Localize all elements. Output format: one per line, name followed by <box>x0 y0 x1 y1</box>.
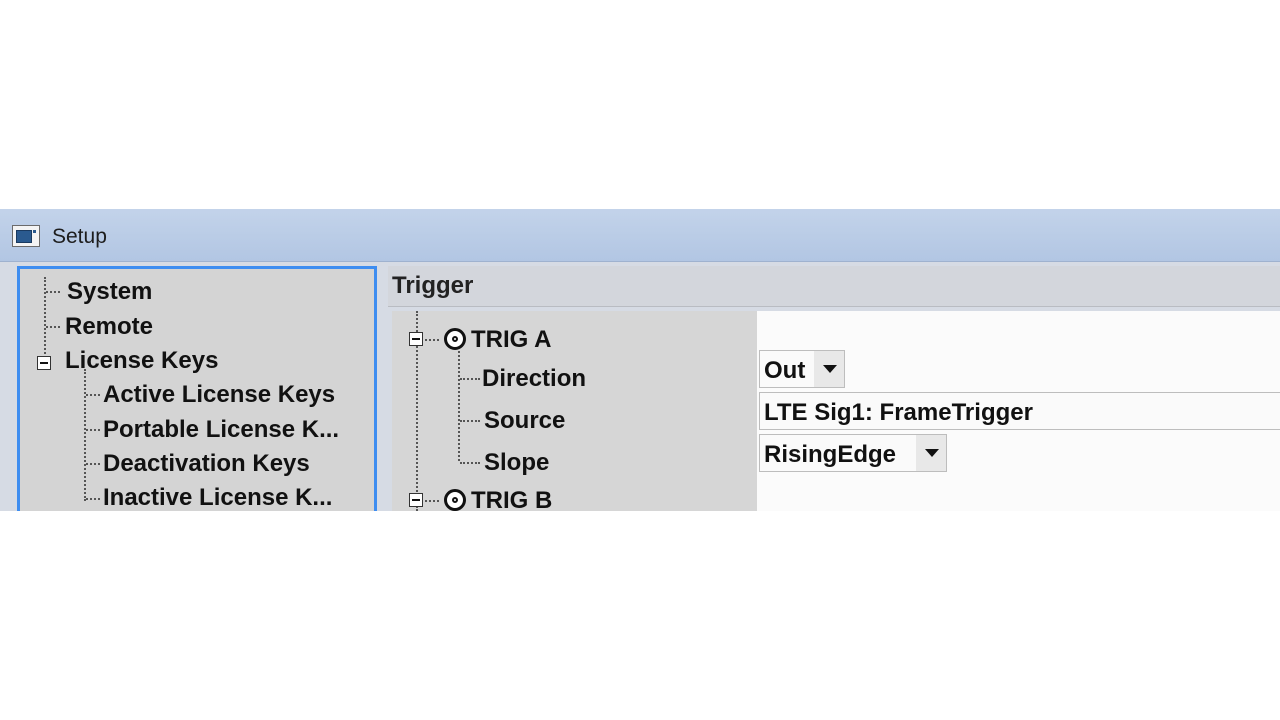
property-slope-label: Slope <box>484 449 550 476</box>
tree-item-deactivation-keys[interactable]: Deactivation Keys <box>103 450 310 478</box>
dropdown-arrow-icon[interactable] <box>814 351 844 387</box>
property-names-column: TRIG A Direction Source Slope TRIG B <box>392 311 758 511</box>
trigger-node-icon <box>444 328 466 350</box>
tree-item-portable-license-keys[interactable]: Portable License K... <box>103 416 339 444</box>
setup-window: Setup System Remote License Keys Active … <box>0 209 1280 511</box>
collapse-icon[interactable] <box>37 356 51 370</box>
property-values-column: Out LTE Sig1: FrameTrigger RisingEdge <box>757 311 1280 511</box>
slope-value: RisingEdge <box>764 441 897 468</box>
tree-item-license-keys[interactable]: License Keys <box>65 347 218 375</box>
setup-window-icon <box>12 225 40 247</box>
direction-value: Out <box>764 357 806 384</box>
source-value: LTE Sig1: FrameTrigger <box>764 399 1033 426</box>
direction-select[interactable]: Out <box>759 350 845 388</box>
trigger-node-icon <box>444 489 466 511</box>
tree-item-system[interactable]: System <box>67 278 152 306</box>
dropdown-arrow-icon[interactable] <box>916 435 946 471</box>
panel-header: Trigger <box>388 266 1280 307</box>
title-bar[interactable]: Setup <box>0 209 1280 262</box>
collapse-icon[interactable] <box>409 493 423 507</box>
window-title: Setup <box>52 225 107 248</box>
collapse-icon[interactable] <box>409 332 423 346</box>
tree-item-inactive-license-keys[interactable]: Inactive License K... <box>103 484 332 511</box>
property-source-label: Source <box>484 407 566 434</box>
node-trig-b[interactable]: TRIG B <box>471 487 552 511</box>
tree-item-remote[interactable]: Remote <box>65 313 153 341</box>
panel-title: Trigger <box>392 272 474 299</box>
slope-select[interactable]: RisingEdge <box>759 434 947 472</box>
source-field[interactable]: LTE Sig1: FrameTrigger <box>759 392 1280 430</box>
tree-item-active-license-keys[interactable]: Active License Keys <box>103 381 335 409</box>
node-trig-a[interactable]: TRIG A <box>471 326 551 354</box>
property-direction-label: Direction <box>482 365 587 392</box>
navigation-tree[interactable]: System Remote License Keys Active Licens… <box>17 266 377 511</box>
